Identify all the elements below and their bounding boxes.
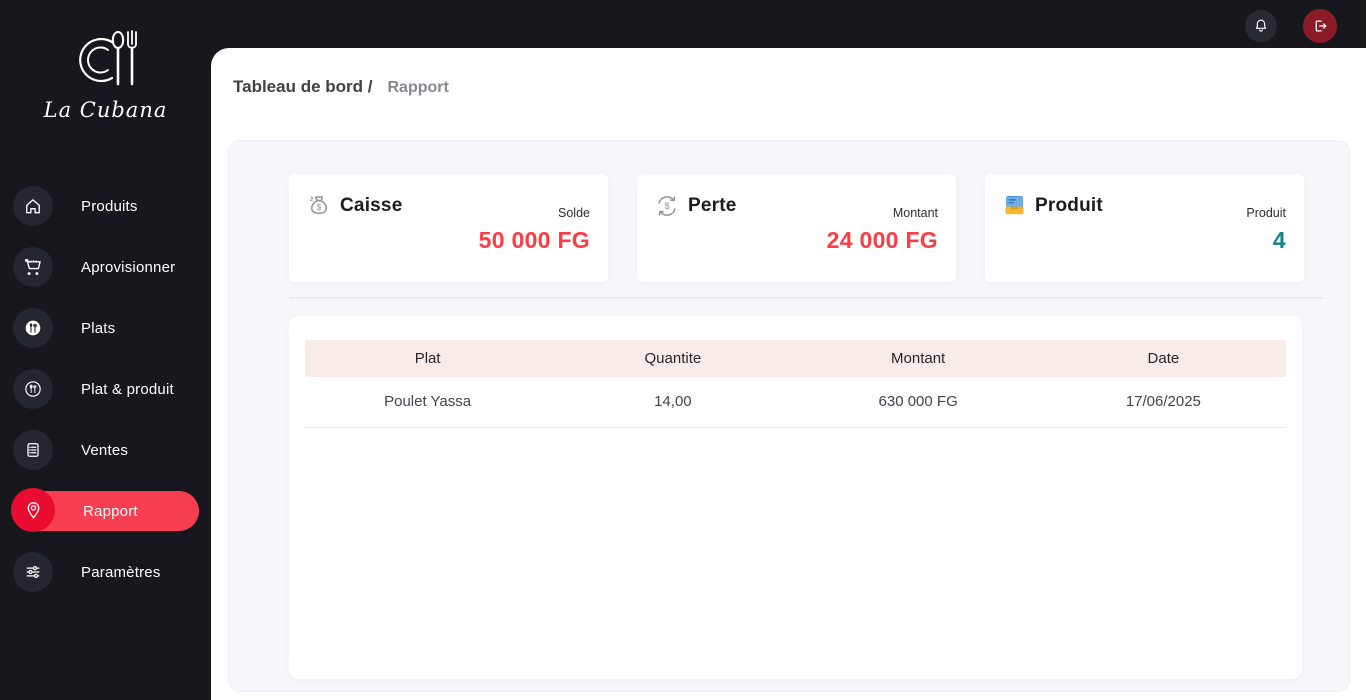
- card-value: 50 000 FG: [478, 227, 590, 253]
- column-header-plat: Plat: [305, 340, 551, 377]
- card-head: $ Caisse: [305, 192, 402, 220]
- sidebar-item-produits[interactable]: Produits: [0, 186, 211, 226]
- report-table-card: Plat Quantite Montant Date Poulet Yassa 1…: [289, 316, 1302, 679]
- svg-text:$: $: [665, 201, 670, 211]
- card-produit: Produit Produit 4: [985, 174, 1304, 282]
- sidebar-item-label: Plats: [81, 319, 116, 337]
- card-title: Perte: [688, 195, 737, 216]
- sidebar-item-rapport[interactable]: Rapport: [0, 488, 211, 532]
- main-content: Tableau de bord / Rapport $ Caisse Solde…: [211, 48, 1366, 700]
- card-head: Produit: [1001, 192, 1103, 219]
- column-header-date: Date: [1040, 340, 1286, 377]
- cart-icon: [13, 247, 53, 287]
- card-value: 4: [1272, 227, 1286, 253]
- logout-icon: [1311, 17, 1329, 35]
- sidebar-item-plats[interactable]: Plats: [0, 308, 211, 348]
- breadcrumb-section[interactable]: Tableau de bord /: [233, 77, 372, 97]
- card-value: 24 000 FG: [826, 227, 938, 253]
- bell-icon: [1252, 17, 1270, 35]
- table-cell: 14,00: [550, 377, 796, 428]
- card-caisse: $ Caisse Solde 50 000 FG: [289, 174, 608, 282]
- sidebar: La Cubana Produits Aprovisionner Plats P…: [0, 0, 211, 700]
- sidebar-item-label: Rapport: [83, 502, 138, 520]
- card-figures: Solde 50 000 FG: [479, 206, 590, 254]
- logout-button[interactable]: [1303, 9, 1337, 43]
- table-cell: 17/06/2025: [1040, 377, 1286, 428]
- card-perte: $ Perte Montant 24 000 FG: [637, 174, 956, 282]
- sidebar-item-label: Ventes: [81, 441, 129, 459]
- card-figures: Montant 24 000 FG: [827, 206, 938, 254]
- table-row: Poulet Yassa 14,00 630 000 FG 17/06/2025: [305, 377, 1286, 428]
- dish-filled-icon: [13, 308, 53, 348]
- report-table: Plat Quantite Montant Date Poulet Yassa 1…: [305, 340, 1286, 428]
- table-cell: 630 000 FG: [795, 377, 1041, 428]
- column-header-quantite: Quantite: [550, 340, 796, 377]
- card-figures: Produit 4: [1246, 206, 1286, 254]
- sidebar-item-aprovisionner[interactable]: Aprovisionner: [0, 247, 211, 287]
- dish-outline-icon: [13, 369, 53, 409]
- money-bag-icon: $: [305, 192, 333, 220]
- stat-cards: $ Caisse Solde 50 000 FG $ Perte Montant…: [289, 174, 1304, 282]
- plate-cutlery-logo-icon: [68, 28, 144, 94]
- card-title: Produit: [1035, 194, 1103, 216]
- sidebar-item-parametres[interactable]: Paramètres: [0, 552, 211, 592]
- sidebar-item-plat-produit[interactable]: Plat & produit: [0, 369, 211, 409]
- card-file-box-icon: [1001, 192, 1028, 219]
- sliders-icon: [13, 552, 53, 592]
- card-label: Produit: [1246, 206, 1286, 220]
- card-head: $ Perte: [653, 192, 737, 220]
- topbar: [211, 0, 1366, 48]
- sidebar-item-label: Aprovisionner: [81, 258, 176, 276]
- brand: La Cubana: [0, 0, 211, 122]
- brand-name: La Cubana: [43, 98, 168, 122]
- section-divider: [289, 297, 1323, 299]
- column-header-montant: Montant: [795, 340, 1041, 377]
- notifications-button[interactable]: [1245, 10, 1277, 42]
- report-panel: $ Caisse Solde 50 000 FG $ Perte Montant…: [228, 140, 1350, 692]
- breadcrumb: Tableau de bord / Rapport: [233, 77, 449, 97]
- breadcrumb-current: Rapport: [387, 79, 449, 96]
- receipt-list-icon: [13, 430, 53, 470]
- card-label: Solde: [558, 206, 590, 220]
- table-cell: Poulet Yassa: [305, 377, 551, 428]
- sidebar-item-label: Paramètres: [81, 563, 161, 581]
- table-header: Plat Quantite Montant Date: [305, 340, 1286, 377]
- table-body: Poulet Yassa 14,00 630 000 FG 17/06/2025: [305, 377, 1286, 428]
- location-pin-icon: [11, 488, 55, 532]
- home-icon: [13, 186, 53, 226]
- card-label: Montant: [892, 206, 938, 220]
- sidebar-item-label: Produits: [81, 197, 138, 215]
- sidebar-nav: Produits Aprovisionner Plats Plat & prod…: [0, 186, 211, 613]
- sidebar-item-label: Plat & produit: [81, 380, 174, 398]
- currency-exchange-icon: $: [653, 192, 681, 220]
- sidebar-item-ventes[interactable]: Ventes: [0, 430, 211, 470]
- card-title: Caisse: [340, 195, 403, 216]
- svg-text:$: $: [317, 203, 322, 212]
